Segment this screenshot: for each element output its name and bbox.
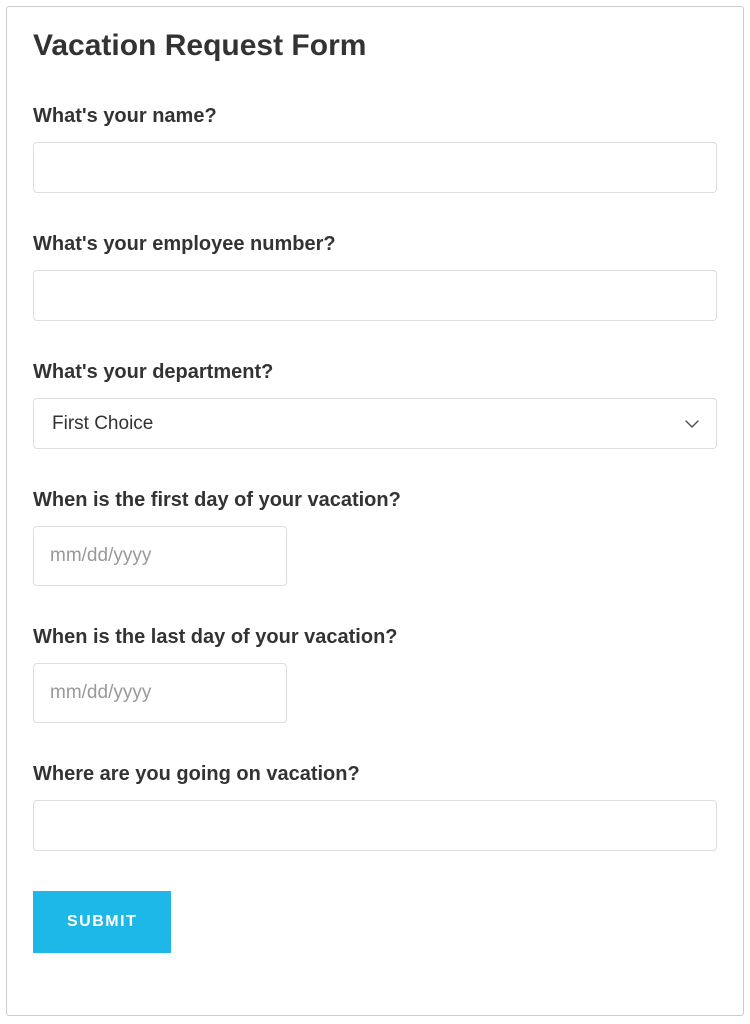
form-group-name: What's your name? [33, 105, 717, 193]
department-select[interactable]: First Choice [33, 398, 717, 449]
department-label: What's your department? [33, 361, 717, 384]
last-day-label: When is the last day of your vacation? [33, 626, 717, 649]
submit-button[interactable]: SUBMIT [33, 891, 171, 953]
department-select-wrapper: First Choice [33, 398, 717, 449]
last-day-input[interactable] [33, 663, 287, 723]
form-group-employee-number: What's your employee number? [33, 233, 717, 321]
employee-number-label: What's your employee number? [33, 233, 717, 256]
form-group-destination: Where are you going on vacation? [33, 763, 717, 851]
form-group-last-day: When is the last day of your vacation? [33, 626, 717, 723]
destination-input[interactable] [33, 800, 717, 851]
form-group-first-day: When is the first day of your vacation? [33, 489, 717, 586]
employee-number-input[interactable] [33, 270, 717, 321]
form-group-department: What's your department? First Choice [33, 361, 717, 449]
first-day-label: When is the first day of your vacation? [33, 489, 717, 512]
name-input[interactable] [33, 142, 717, 193]
vacation-request-form: Vacation Request Form What's your name? … [6, 6, 744, 1016]
name-label: What's your name? [33, 105, 717, 128]
first-day-input[interactable] [33, 526, 287, 586]
destination-label: Where are you going on vacation? [33, 763, 717, 786]
form-title: Vacation Request Form [33, 29, 717, 63]
